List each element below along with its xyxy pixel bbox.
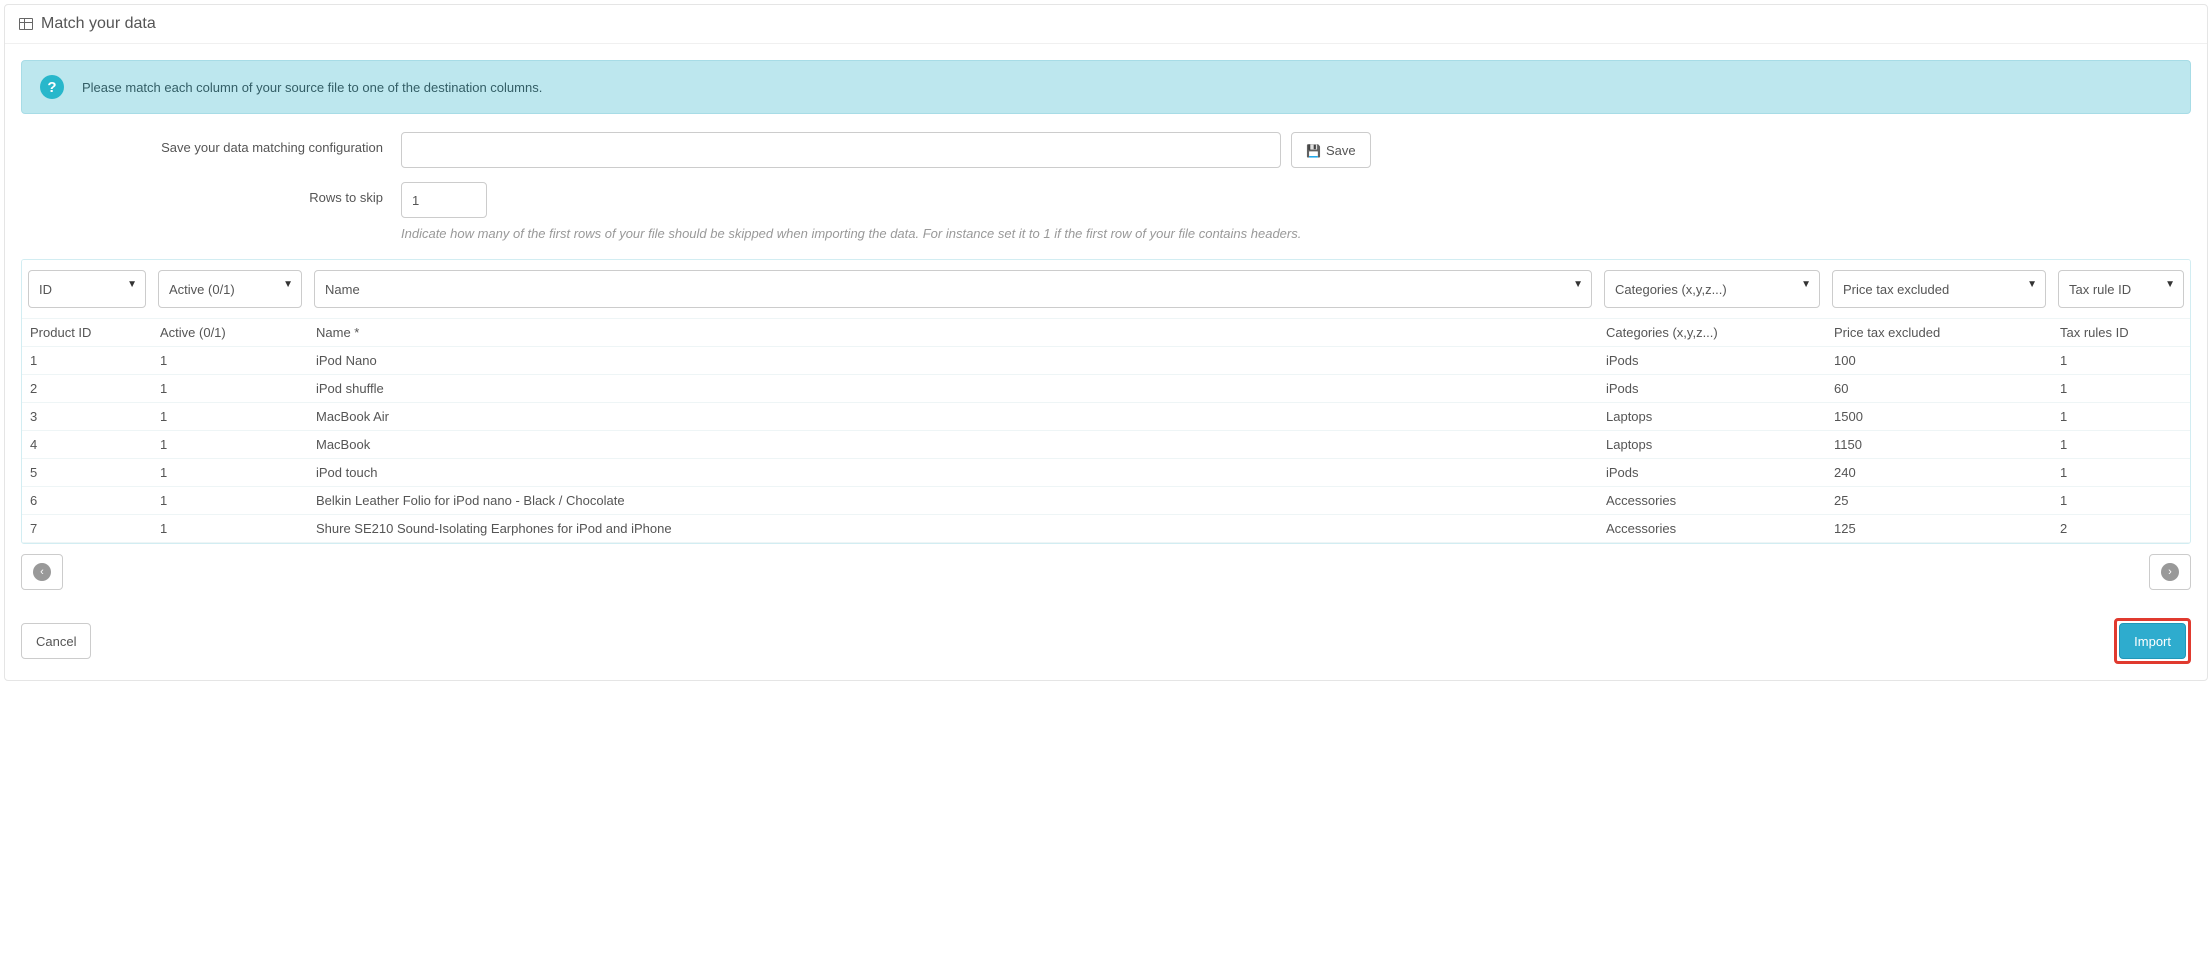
cell-id: 6 — [22, 487, 152, 515]
rows-skip-input[interactable] — [401, 182, 487, 218]
cell-price: 240 — [1826, 459, 2052, 487]
cell-tax: 1 — [2052, 431, 2190, 459]
cell-name: iPod shuffle — [308, 375, 1598, 403]
mapping-table-wrap: ID ▼ Active (0/1) ▼ Name — [21, 259, 2191, 544]
cancel-button[interactable]: Cancel — [21, 623, 91, 659]
cell-id: 1 — [22, 347, 152, 375]
cell-name: Belkin Leather Folio for iPod nano - Bla… — [308, 487, 1598, 515]
pager: ‹ › — [21, 554, 2191, 590]
import-highlight: Import — [2114, 618, 2191, 664]
table-icon — [19, 18, 33, 30]
header-price: Price tax excluded — [1826, 319, 2052, 347]
chevron-down-icon: ▼ — [1573, 279, 1583, 290]
cell-id: 7 — [22, 515, 152, 543]
cell-tax: 1 — [2052, 459, 2190, 487]
import-button[interactable]: Import — [2119, 623, 2186, 659]
column-select-tax[interactable]: Tax rule ID ▼ — [2058, 270, 2184, 308]
table-row: 51iPod touchiPods2401 — [22, 459, 2190, 487]
cell-cat: Laptops — [1598, 403, 1826, 431]
table-row: 41MacBookLaptops11501 — [22, 431, 2190, 459]
table-row: 71Shure SE210 Sound-Isolating Earphones … — [22, 515, 2190, 543]
cell-name: Shure SE210 Sound-Isolating Earphones fo… — [308, 515, 1598, 543]
table-row: 31MacBook AirLaptops15001 — [22, 403, 2190, 431]
cell-active: 1 — [152, 431, 308, 459]
cell-tax: 1 — [2052, 487, 2190, 515]
cell-id: 2 — [22, 375, 152, 403]
header-tax: Tax rules ID — [2052, 319, 2190, 347]
save-button-label: Save — [1326, 143, 1356, 158]
cell-price: 25 — [1826, 487, 2052, 515]
chevron-down-icon: ▼ — [2165, 279, 2175, 290]
cell-id: 3 — [22, 403, 152, 431]
panel-footer: Cancel Import — [5, 606, 2207, 680]
prev-page-button[interactable]: ‹ — [21, 554, 63, 590]
column-select-active[interactable]: Active (0/1) ▼ — [158, 270, 302, 308]
cell-id: 5 — [22, 459, 152, 487]
panel-title: Match your data — [41, 15, 156, 33]
table-row: 11iPod NanoiPods1001 — [22, 347, 2190, 375]
chevron-down-icon: ▼ — [127, 279, 137, 290]
table-row: 61Belkin Leather Folio for iPod nano - B… — [22, 487, 2190, 515]
cell-price: 60 — [1826, 375, 2052, 403]
cell-active: 1 — [152, 515, 308, 543]
header-product-id: Product ID — [22, 319, 152, 347]
cell-active: 1 — [152, 347, 308, 375]
header-name: Name * — [308, 319, 1598, 347]
info-alert: ? Please match each column of your sourc… — [21, 60, 2191, 114]
cell-cat: iPods — [1598, 347, 1826, 375]
match-data-panel: Match your data ? Please match each colu… — [4, 4, 2208, 681]
chevron-left-icon: ‹ — [33, 563, 51, 581]
alert-text: Please match each column of your source … — [82, 80, 542, 95]
column-select-categories[interactable]: Categories (x,y,z...) ▼ — [1604, 270, 1820, 308]
mapping-table: ID ▼ Active (0/1) ▼ Name — [22, 260, 2190, 543]
cell-price: 1500 — [1826, 403, 2052, 431]
column-select-price[interactable]: Price tax excluded ▼ — [1832, 270, 2046, 308]
header-active: Active (0/1) — [152, 319, 308, 347]
config-row: Save your data matching configuration Sa… — [21, 132, 2191, 168]
help-icon: ? — [40, 75, 64, 99]
rows-skip-help: Indicate how many of the first rows of y… — [401, 226, 1301, 241]
save-button[interactable]: Save — [1291, 132, 1371, 168]
cell-active: 1 — [152, 403, 308, 431]
cell-price: 125 — [1826, 515, 2052, 543]
cell-tax: 2 — [2052, 515, 2190, 543]
rows-skip-label: Rows to skip — [21, 182, 401, 205]
chevron-right-icon: › — [2161, 563, 2179, 581]
chevron-down-icon: ▼ — [1801, 279, 1811, 290]
cell-active: 1 — [152, 487, 308, 515]
config-label: Save your data matching configuration — [21, 132, 401, 155]
column-select-name[interactable]: Name ▼ — [314, 270, 1592, 308]
cell-name: MacBook — [308, 431, 1598, 459]
next-page-button[interactable]: › — [2149, 554, 2191, 590]
config-name-input[interactable] — [401, 132, 1281, 168]
chevron-down-icon: ▼ — [283, 279, 293, 290]
header-categories: Categories (x,y,z...) — [1598, 319, 1826, 347]
cell-cat: Laptops — [1598, 431, 1826, 459]
rows-skip-row: Rows to skip Indicate how many of the fi… — [21, 182, 2191, 241]
cell-tax: 1 — [2052, 375, 2190, 403]
header-row: Product ID Active (0/1) Name * Categorie… — [22, 319, 2190, 347]
cell-cat: iPods — [1598, 375, 1826, 403]
cell-tax: 1 — [2052, 403, 2190, 431]
cell-cat: Accessories — [1598, 515, 1826, 543]
cell-price: 1150 — [1826, 431, 2052, 459]
cell-name: iPod touch — [308, 459, 1598, 487]
cell-id: 4 — [22, 431, 152, 459]
column-select-id[interactable]: ID ▼ — [28, 270, 146, 308]
table-row: 21iPod shuffleiPods601 — [22, 375, 2190, 403]
cell-tax: 1 — [2052, 347, 2190, 375]
cell-price: 100 — [1826, 347, 2052, 375]
floppy-icon — [1306, 143, 1321, 158]
cell-name: iPod Nano — [308, 347, 1598, 375]
panel-body: ? Please match each column of your sourc… — [5, 44, 2207, 606]
cell-cat: iPods — [1598, 459, 1826, 487]
chevron-down-icon: ▼ — [2027, 279, 2037, 290]
cell-name: MacBook Air — [308, 403, 1598, 431]
cell-cat: Accessories — [1598, 487, 1826, 515]
cell-active: 1 — [152, 375, 308, 403]
panel-header: Match your data — [5, 5, 2207, 44]
cell-active: 1 — [152, 459, 308, 487]
